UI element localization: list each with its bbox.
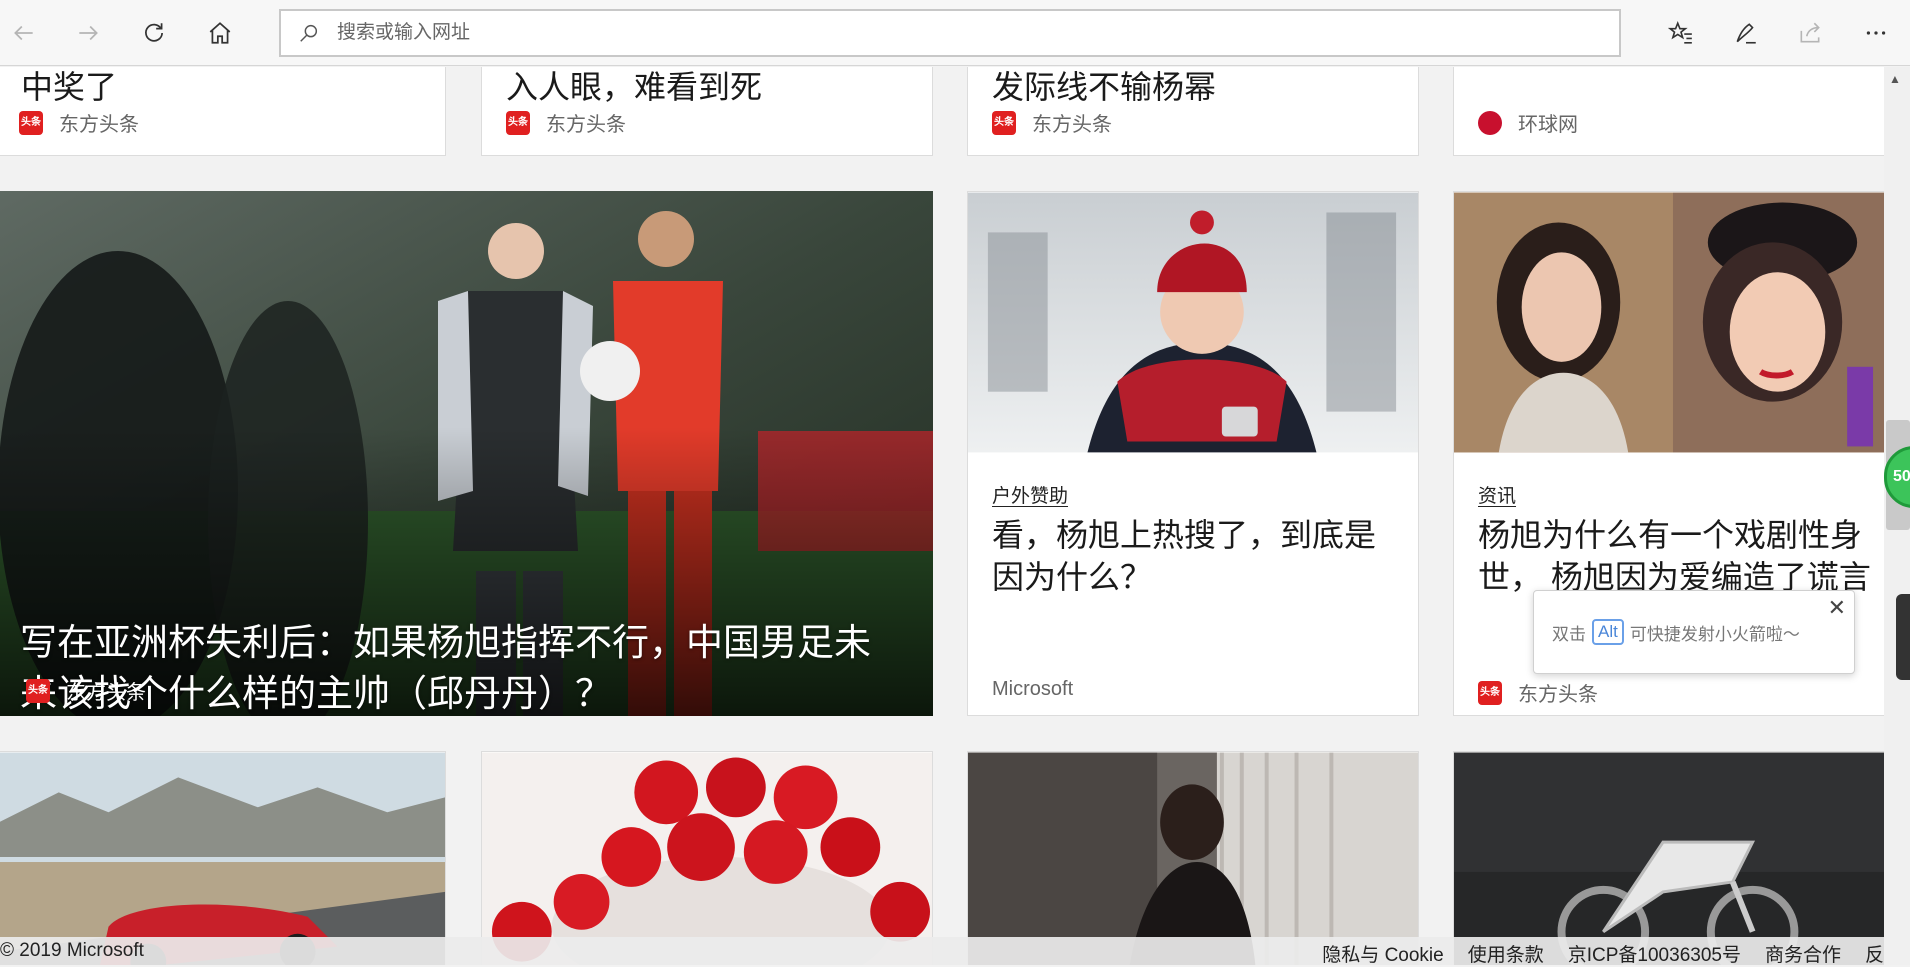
news-card[interactable]	[967, 751, 1419, 965]
footer-link-icp[interactable]: 京ICP备10036305号	[1568, 940, 1741, 967]
star-list-icon	[1668, 21, 1692, 44]
news-feed: 中奖了 头条 东方头条 入人眼，难看到死 头条 东方头条 发际线不输杨幂 头条 …	[0, 67, 1884, 965]
news-card[interactable]: 入人眼，难看到死 头条 东方头条	[481, 67, 933, 156]
forward-button[interactable]	[68, 13, 108, 53]
side-widget-handle[interactable]	[1896, 594, 1910, 680]
scroll-up-arrow-icon[interactable]: ▲	[1889, 72, 1901, 86]
footer-links: 隐私与 Cookie 使用条款 京ICP备10036305号 商务合作 反	[1322, 940, 1884, 967]
share-icon	[1800, 22, 1820, 43]
toutiao-logo-icon: 头条	[26, 678, 50, 703]
card-source: 头条 东方头条	[19, 108, 139, 137]
share-button[interactable]	[1790, 13, 1830, 53]
page-footer: © 2019 Microsoft 隐私与 Cookie 使用条款 京ICP备10…	[0, 937, 1884, 967]
card-source: Microsoft	[992, 678, 1074, 700]
huanqiu-logo-icon	[1478, 110, 1502, 135]
sponsor-tag[interactable]: 户外赞助	[992, 481, 1068, 508]
news-card[interactable]: 中奖了 头条 东方头条	[0, 67, 446, 156]
toutiao-logo-icon: 头条	[19, 110, 43, 135]
card-source: 头条 东方头条	[506, 108, 626, 137]
home-button[interactable]	[200, 13, 240, 53]
card-title: 杨旭为什么有一个戏剧性身世， 杨旭因为爱编造了谎言	[1478, 517, 1871, 595]
card-title: 看，杨旭上热搜了，到底是因为什么？	[992, 517, 1377, 595]
news-card[interactable]: 环球网	[1453, 67, 1884, 156]
address-bar[interactable]	[279, 9, 1621, 57]
back-button[interactable]	[4, 13, 44, 53]
card-source: 头条 东方头条	[26, 676, 146, 705]
hero-news-card[interactable]: 写在亚洲杯失利后：如果杨旭指挥不行，中国男足未来该找个什么样的主帅（邱丹丹）？ …	[0, 191, 933, 716]
category-tag[interactable]: 资讯	[1478, 481, 1516, 508]
footer-link-terms[interactable]: 使用条款	[1468, 940, 1544, 967]
card-image	[968, 752, 1418, 965]
refresh-icon	[145, 23, 163, 42]
browser-toolbar	[0, 0, 1910, 66]
card-title: 发际线不输杨幂	[992, 69, 1217, 105]
more-dots-icon	[1866, 31, 1886, 35]
card-source: 环球网	[1478, 108, 1578, 137]
more-button[interactable]	[1856, 13, 1896, 53]
hero-title: 写在亚洲杯失利后：如果杨旭指挥不行，中国男足未来该找个什么样的主帅（邱丹丹）？	[20, 622, 871, 714]
card-image	[482, 752, 932, 965]
footer-link-feedback[interactable]: 反	[1865, 940, 1884, 967]
search-icon	[281, 22, 337, 44]
alt-key-badge: Alt	[1592, 619, 1624, 645]
card-title: 入人眼，难看到死	[506, 69, 763, 105]
news-card[interactable]	[481, 751, 933, 965]
arrow-right-icon	[79, 25, 98, 41]
card-image	[0, 752, 445, 965]
toutiao-logo-icon: 头条	[1478, 680, 1502, 705]
rocket-tip-popup: 双击 Alt 可快捷发射小火箭啦～ ✕	[1533, 590, 1855, 674]
refresh-button[interactable]	[134, 13, 174, 53]
footer-link-privacy[interactable]: 隐私与 Cookie	[1322, 940, 1443, 967]
close-icon[interactable]: ✕	[1828, 595, 1846, 621]
card-image	[968, 192, 1418, 453]
home-icon	[209, 22, 231, 44]
news-card[interactable]	[1453, 751, 1884, 965]
news-card[interactable]: 发际线不输杨幂 头条 东方头条	[967, 67, 1419, 156]
toutiao-logo-icon: 头条	[506, 110, 530, 135]
card-source: 头条 东方头条	[992, 108, 1112, 137]
news-card[interactable]	[0, 751, 446, 965]
notes-button[interactable]	[1726, 13, 1766, 53]
copyright-text: © 2019 Microsoft	[0, 940, 144, 961]
favorites-button[interactable]	[1661, 13, 1701, 53]
footer-link-business[interactable]: 商务合作	[1765, 940, 1841, 967]
card-image	[1454, 752, 1884, 965]
toutiao-logo-icon: 头条	[992, 110, 1016, 135]
address-input[interactable]	[337, 22, 1537, 44]
card-source: 头条 东方头条	[1478, 678, 1598, 707]
sponsored-news-card[interactable]: 户外赞助 看，杨旭上热搜了，到底是因为什么？ Microsoft	[967, 191, 1419, 716]
card-image	[1454, 192, 1884, 453]
arrow-left-icon	[14, 25, 33, 41]
card-title: 中奖了	[21, 69, 118, 105]
pen-icon	[1736, 23, 1756, 44]
